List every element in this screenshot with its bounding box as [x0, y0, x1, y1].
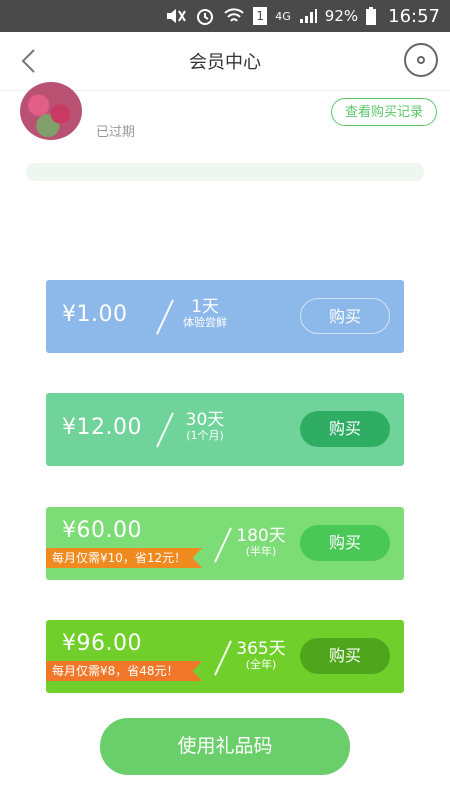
sim-slot-badge: 1	[253, 7, 268, 25]
duration-days: 365天	[236, 639, 286, 659]
divider-slash	[156, 412, 174, 448]
duration-note: (1个月)	[186, 428, 224, 442]
buy-button[interactable]: 购买	[300, 525, 390, 561]
plan-price: ¥60.00	[62, 518, 142, 543]
plan-duration: 365天 (全年)	[230, 640, 292, 671]
wifi-icon	[223, 7, 245, 25]
plan-duration: 30天 (1个月)	[174, 411, 236, 442]
mute-icon	[165, 8, 187, 24]
page-title: 会员中心	[189, 52, 261, 73]
info-bar	[26, 163, 424, 181]
plan-duration: 180天 (半年)	[230, 527, 292, 558]
plan-price: ¥1.00	[62, 302, 128, 327]
divider-slash	[156, 299, 174, 335]
status-bar: 1 4G 92% 16:57	[0, 0, 450, 32]
plan-price: ¥96.00	[62, 631, 142, 656]
buy-button[interactable]: 购买	[300, 638, 390, 674]
network-type: 4G	[275, 9, 291, 23]
duration-days: 180天	[236, 526, 286, 546]
gift-code-button[interactable]: 使用礼品码	[100, 718, 350, 775]
buy-button[interactable]: 购买	[300, 411, 390, 447]
avatar	[20, 82, 82, 140]
membership-status: 已过期	[96, 125, 136, 140]
plan-card-180days: ¥60.00 每月仅需¥10，省12元！ 180天 (半年) 购买	[46, 507, 404, 580]
duration-days: 30天	[185, 410, 225, 430]
signal-icon	[299, 8, 317, 24]
promo-ribbon: 每月仅需¥10，省12元！	[46, 548, 202, 568]
plan-duration: 1天 体验尝鲜	[174, 298, 236, 329]
battery-icon	[366, 7, 377, 25]
alarm-icon	[195, 6, 215, 26]
buy-button[interactable]: 购买	[300, 298, 390, 334]
clock: 16:57	[388, 5, 440, 27]
duration-note: (全年)	[245, 657, 277, 671]
plan-card-365days: ¥96.00 每月仅需¥8，省48元！ 365天 (全年) 购买	[46, 620, 404, 693]
plan-price: ¥12.00	[62, 415, 142, 440]
plan-card-1day: ¥1.00 1天 体验尝鲜 购买	[46, 280, 404, 353]
duration-note: (半年)	[245, 544, 277, 558]
disc-icon[interactable]	[404, 43, 438, 77]
plan-card-30days: ¥12.00 30天 (1个月) 购买	[46, 393, 404, 466]
top-nav-bar: 会员中心	[0, 32, 450, 91]
promo-ribbon: 每月仅需¥8，省48元！	[46, 661, 202, 681]
duration-days: 1天	[191, 297, 219, 317]
duration-note: 体验尝鲜	[183, 315, 227, 329]
purchase-history-button[interactable]: 查看购买记录	[331, 98, 437, 126]
battery-level: 92%	[324, 7, 359, 25]
